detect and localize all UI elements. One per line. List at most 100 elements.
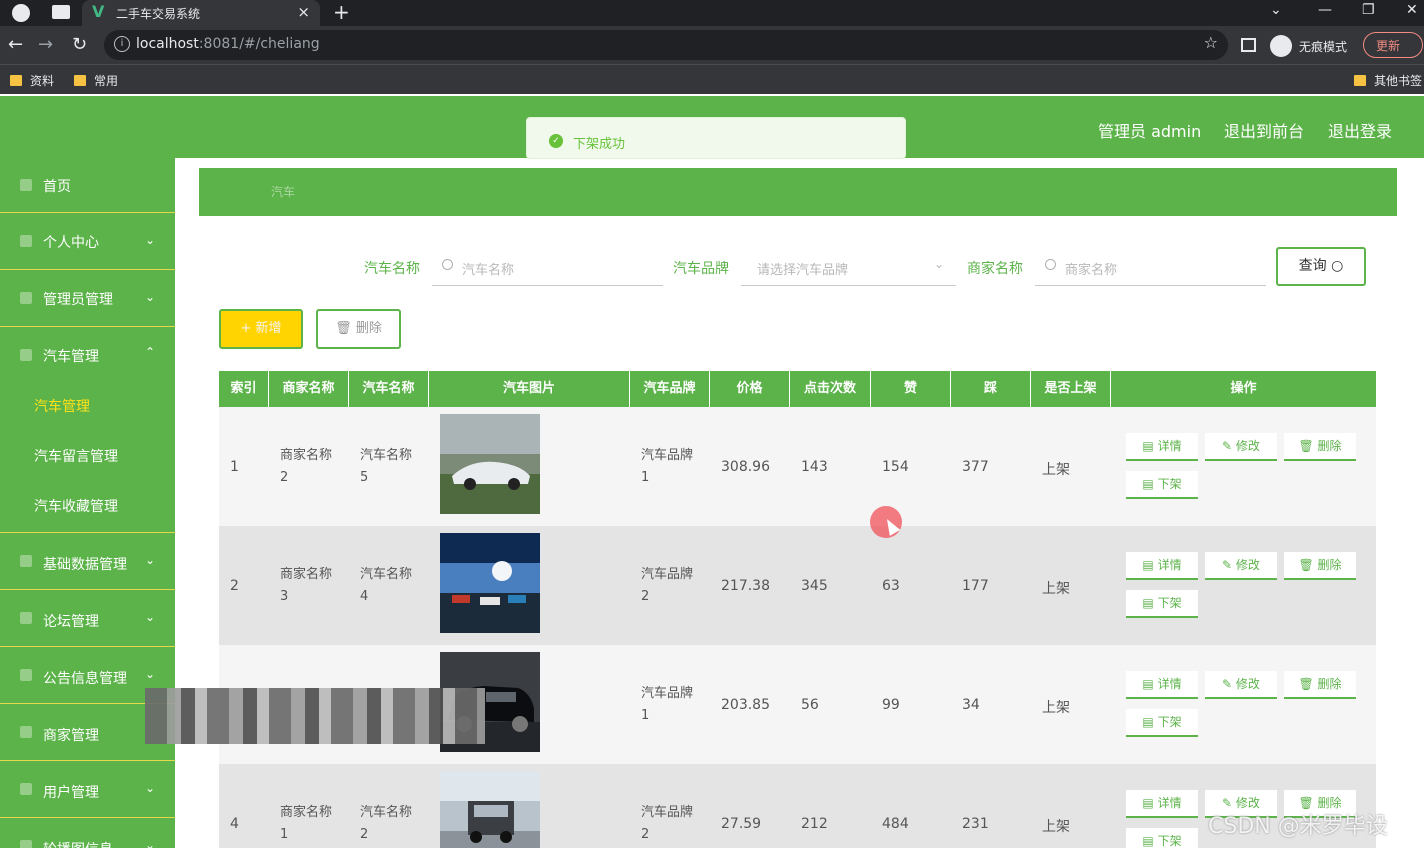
browser-menu-icon[interactable] bbox=[12, 4, 30, 22]
chevron-down-icon: ⌄ bbox=[144, 233, 155, 247]
minimize-icon[interactable]: — bbox=[1318, 2, 1332, 18]
edit-button[interactable]: ✎ 修改 bbox=[1205, 552, 1277, 580]
edit-button[interactable]: ✎ 修改 bbox=[1205, 671, 1277, 699]
sidebar-item-label: 轮播图信息 bbox=[43, 839, 113, 848]
front-link[interactable]: 退出到前台 bbox=[1224, 118, 1304, 142]
brand-select[interactable]: 请选择汽车品牌 ⌄ bbox=[741, 248, 956, 286]
offshelf-button[interactable]: ▤ 下架 bbox=[1126, 471, 1198, 499]
col-status: 是否上架 bbox=[1031, 371, 1111, 407]
cell-price: 27.59 bbox=[721, 816, 762, 832]
new-tab-icon[interactable]: + bbox=[333, 0, 350, 24]
bookmark-folder-1[interactable]: 资料 bbox=[10, 72, 54, 89]
detail-button[interactable]: ▤ 详情 bbox=[1126, 552, 1198, 580]
cell-price: 203.85 bbox=[721, 697, 770, 713]
bookmarks-bar: 资料 常用 其他书签 bbox=[0, 64, 1424, 94]
tab-search-icon[interactable]: ⌄ bbox=[1270, 2, 1282, 18]
sidebar-subitem-car-favorites[interactable]: 汽车收藏管理 bbox=[34, 496, 118, 516]
merchant-input[interactable]: 商家名称 bbox=[1035, 248, 1266, 286]
op-label: 下架 bbox=[1157, 715, 1182, 729]
sidebar-item-admins[interactable]: 管理员管理 ⌄ bbox=[0, 270, 175, 327]
col-actions: 操作 bbox=[1230, 381, 1257, 396]
detail-button[interactable]: ▤ 详情 bbox=[1126, 790, 1198, 818]
sidebar-item-basic-data[interactable]: 基础数据管理 ⌄ bbox=[0, 533, 175, 590]
bookmark-star-icon[interactable]: ☆ bbox=[1204, 33, 1218, 52]
add-button[interactable]: + 新增 bbox=[219, 309, 303, 349]
detail-button[interactable]: ▤ 详情 bbox=[1126, 433, 1198, 461]
cell-dislikes: 177 bbox=[962, 578, 989, 594]
bookmark-folder-2[interactable]: 常用 bbox=[74, 72, 118, 89]
sidebar-item-label: 个人中心 bbox=[43, 235, 99, 251]
offshelf-button[interactable]: ▤ 下架 bbox=[1126, 828, 1198, 848]
op-label: 删除 bbox=[1317, 439, 1342, 453]
cell-clicks: 56 bbox=[801, 697, 819, 713]
sidebar-item-cars[interactable]: 汽车管理 ⌃ 汽车管理 汽车留言管理 汽车收藏管理 bbox=[0, 327, 175, 533]
sidebar-item-carousel[interactable]: 轮播图信息 ⌄ bbox=[0, 818, 175, 848]
admin-label: 管理员 admin bbox=[1098, 122, 1202, 141]
merchant-icon bbox=[20, 726, 32, 738]
chevron-down-icon: ⌄ bbox=[144, 610, 155, 624]
cell-merchant: 商家名称 1 bbox=[280, 802, 332, 846]
car-icon bbox=[20, 349, 32, 361]
sidebar-item-users[interactable]: 用户管理 ⌄ bbox=[0, 761, 175, 818]
url-field[interactable]: i localhost:8081/#/cheliang ☆ bbox=[104, 30, 1228, 60]
car-name-input[interactable]: 汽车名称 bbox=[432, 248, 663, 286]
chevron-down-icon: ⌄ bbox=[144, 667, 155, 681]
tab-overview-icon[interactable] bbox=[52, 5, 70, 19]
folder-icon bbox=[1354, 75, 1366, 86]
query-label: 查询 bbox=[1298, 258, 1327, 274]
table-row: 2 商家名称 3 汽车名称 4 汽车品牌 2 217.38 345 63 177 上架… bbox=[219, 526, 1376, 645]
query-button[interactable]: 查询 ○ bbox=[1276, 247, 1366, 286]
search-icon bbox=[1045, 259, 1056, 270]
table-row: 1 商家名称 2 汽车名称 5 汽车品牌 1 308.96 143 154 377 上… bbox=[219, 407, 1376, 526]
cell-index: 4 bbox=[230, 816, 239, 832]
logout-link[interactable]: 退出登录 bbox=[1328, 118, 1392, 142]
tab-close-icon[interactable]: × bbox=[297, 3, 310, 21]
chevron-down-icon: ⌄ bbox=[144, 781, 155, 795]
folder-icon bbox=[10, 75, 22, 86]
restore-icon[interactable]: ❐ bbox=[1362, 2, 1375, 18]
browser-tab-active[interactable]: V 二手车交易系统 × bbox=[82, 0, 320, 26]
url-text: localhost:8081/#/cheliang bbox=[136, 36, 320, 52]
data-icon bbox=[20, 555, 32, 567]
table-header: 索引 商家名称 汽车名称 汽车图片 汽车品牌 价格 点击次数 赞 踩 是否上架 … bbox=[219, 371, 1376, 407]
chevron-down-icon: ⌄ bbox=[144, 838, 155, 848]
offshelf-button[interactable]: ▤ 下架 bbox=[1126, 590, 1198, 618]
cell-likes: 484 bbox=[882, 816, 909, 832]
car-image[interactable] bbox=[440, 414, 540, 514]
offshelf-button[interactable]: ▤ 下架 bbox=[1126, 709, 1198, 737]
update-button[interactable]: 更新 bbox=[1363, 32, 1423, 58]
sidebar-subitem-car-comments[interactable]: 汽车留言管理 bbox=[34, 446, 118, 466]
delete-button[interactable]: 🗑 删除 bbox=[1284, 552, 1356, 580]
car-image[interactable] bbox=[440, 771, 540, 848]
sidebar-item-forum[interactable]: 论坛管理 ⌄ bbox=[0, 590, 175, 647]
url-path: :8081/#/cheliang bbox=[198, 36, 320, 52]
car-image[interactable] bbox=[440, 533, 540, 633]
sidebar-item-profile[interactable]: 个人中心 ⌄ bbox=[0, 213, 175, 270]
cell-text: 汽车品牌 bbox=[641, 805, 694, 820]
chevron-down-icon: ⌄ bbox=[933, 257, 944, 271]
vue-logo-icon: V bbox=[92, 2, 105, 21]
detail-button[interactable]: ▤ 详情 bbox=[1126, 671, 1198, 699]
cell-text: 汽车品牌 bbox=[641, 448, 694, 463]
side-panel-icon[interactable] bbox=[1241, 38, 1256, 52]
incognito-icon[interactable] bbox=[1270, 35, 1292, 57]
delete-button[interactable]: 🗑 删除 bbox=[1284, 671, 1356, 699]
delete-button[interactable]: 🗑 删除 bbox=[1284, 433, 1356, 461]
car-name-placeholder: 汽车名称 bbox=[462, 263, 515, 278]
edit-button[interactable]: ✎ 修改 bbox=[1205, 433, 1277, 461]
sidebar-item-home[interactable]: 首页 bbox=[0, 158, 175, 213]
col-dislikes: 踩 bbox=[951, 371, 1031, 407]
search-icon bbox=[442, 259, 453, 270]
other-bookmarks[interactable]: 其他书签 bbox=[1354, 72, 1422, 89]
reload-icon[interactable]: ↻ bbox=[72, 34, 87, 55]
batch-delete-button[interactable]: 🗑 删除 bbox=[316, 309, 401, 349]
back-icon[interactable]: ← bbox=[8, 34, 23, 55]
sidebar-subitem-car-manage[interactable]: 汽车管理 bbox=[34, 396, 90, 416]
close-window-icon[interactable]: ✕ bbox=[1406, 2, 1418, 18]
cell-text: 3 bbox=[280, 589, 289, 604]
op-label: 修改 bbox=[1235, 558, 1260, 572]
forward-icon[interactable]: → bbox=[38, 34, 53, 55]
merchant-placeholder: 商家名称 bbox=[1065, 263, 1118, 278]
site-info-icon[interactable]: i bbox=[114, 36, 130, 52]
sidebar-item-label: 首页 bbox=[43, 179, 71, 195]
